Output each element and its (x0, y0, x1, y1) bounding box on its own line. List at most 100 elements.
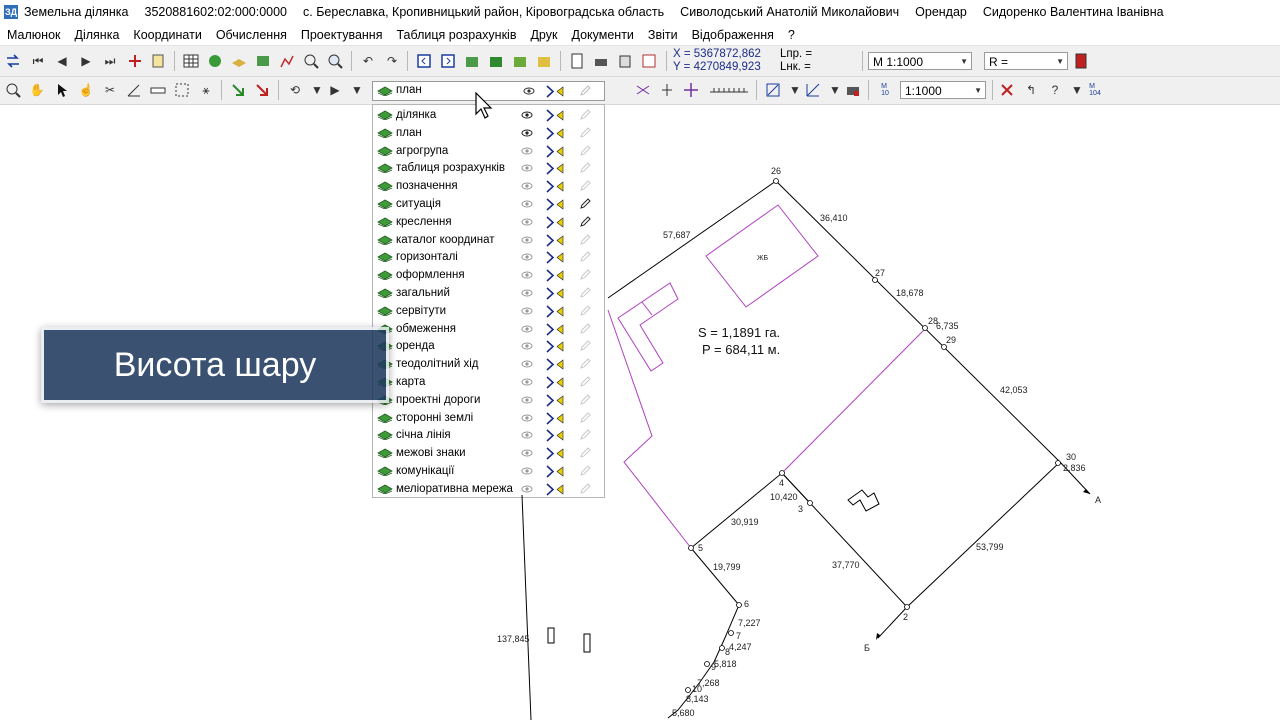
frame-left-icon[interactable] (415, 52, 433, 70)
layers-icon[interactable] (230, 52, 248, 70)
swap-icon[interactable] (4, 52, 22, 70)
lnp-label: Lпр. = (780, 48, 813, 60)
last-icon[interactable]: ⏭ (101, 52, 119, 70)
scale-m10-icon[interactable]: M 10 (876, 81, 894, 99)
measure-icon[interactable]: ✂ (101, 81, 119, 99)
map-green-icon[interactable] (487, 52, 505, 70)
scale-select[interactable]: М 1:1000 ▼ (868, 52, 972, 70)
zoom-icon[interactable] (4, 81, 22, 99)
length-label: 4,247 (729, 642, 752, 652)
area-text: S = 1,1891 га. (698, 325, 780, 340)
menu-drawing[interactable]: Малюнок (0, 28, 68, 42)
chevron-down-icon[interactable]: ▼ (308, 81, 326, 99)
query-icon[interactable]: ? (1046, 81, 1064, 99)
select-points-icon[interactable]: ☝ (77, 81, 95, 99)
insert-point-icon[interactable] (126, 52, 144, 70)
snap-icon[interactable]: ⚹ (197, 81, 215, 99)
point-label: 29 (946, 335, 956, 345)
chart-icon[interactable] (278, 52, 296, 70)
prev-icon[interactable]: ◀ (53, 52, 71, 70)
next-icon[interactable]: ▶ (77, 52, 95, 70)
point-marker[interactable] (728, 630, 734, 636)
add-map-icon[interactable] (463, 52, 481, 70)
first-icon[interactable]: ⏮ (29, 52, 47, 70)
document-icon[interactable] (568, 52, 586, 70)
chevron-down-icon[interactable]: ▼ (826, 81, 844, 99)
menu-view[interactable]: Відображення (685, 28, 781, 42)
point-marker[interactable] (685, 687, 691, 693)
stack-icon[interactable] (616, 52, 634, 70)
zoom-fit-icon[interactable] (326, 52, 344, 70)
edit-layer-icon[interactable] (764, 81, 782, 99)
map-yellow-icon[interactable] (535, 52, 553, 70)
edit-list-icon[interactable] (150, 52, 168, 70)
plan-line-diagonal (781, 329, 925, 474)
node-icon[interactable] (173, 81, 191, 99)
menu-print[interactable]: Друк (523, 28, 564, 42)
radius-select[interactable]: R = ▼ (984, 52, 1068, 70)
map-icon[interactable] (254, 52, 272, 70)
length-label: 19,799 (713, 562, 741, 572)
point-marker[interactable] (1055, 460, 1061, 466)
printer-red-icon[interactable] (844, 81, 862, 99)
pan-hand-icon[interactable]: ✋ (28, 81, 46, 99)
chevron-down-icon[interactable]: ▼ (348, 81, 366, 99)
calculator-icon[interactable] (1072, 52, 1090, 70)
rotate-icon[interactable]: ⟲ (286, 81, 304, 99)
point-marker[interactable] (779, 470, 785, 476)
point-marker[interactable] (688, 545, 694, 551)
green-arrow-icon[interactable] (229, 81, 247, 99)
crosshair-icon[interactable] (682, 81, 700, 99)
map-edit-icon[interactable] (511, 52, 529, 70)
axes-icon[interactable] (804, 81, 822, 99)
red-arrow-icon[interactable] (253, 81, 271, 99)
grid-icon[interactable] (640, 52, 658, 70)
role: Орендар (915, 5, 967, 19)
point-marker[interactable] (719, 645, 725, 651)
chevron-down-icon: ▼ (960, 57, 968, 66)
redo-icon[interactable]: ↷ (383, 52, 401, 70)
point-marker[interactable] (922, 325, 928, 331)
point-marker[interactable] (904, 604, 910, 610)
menu-reports[interactable]: Звіти (641, 28, 685, 42)
length-label: 5,680 (672, 708, 695, 718)
globe-icon[interactable] (206, 52, 224, 70)
point-marker[interactable] (704, 661, 710, 667)
length-label: 7,227 (738, 618, 761, 628)
drawing-canvas[interactable]: 26 27 28 29 30 4 3 5 6 7 8 9 10 2 57,687… (0, 104, 1280, 720)
play-icon[interactable]: ▶ (326, 81, 344, 99)
menu-calculation[interactable]: Обчислення (209, 28, 294, 42)
pointer-icon[interactable] (53, 81, 71, 99)
rotate-back-icon[interactable]: ↰ (1022, 81, 1040, 99)
scale2-select[interactable]: 1:1000 ▼ (900, 81, 986, 99)
angle-icon[interactable] (125, 81, 143, 99)
split-icon[interactable] (634, 81, 652, 99)
ruler-icon[interactable] (149, 81, 167, 99)
scale-m104-icon[interactable]: M 104 (1086, 81, 1104, 99)
chevron-down-icon[interactable]: ▼ (1068, 81, 1086, 99)
title-bar: ЗД Земельна ділянка 3520881602:02:000:00… (0, 0, 1280, 24)
scale-ruler-icon[interactable] (708, 81, 750, 99)
delete-points-icon[interactable] (998, 81, 1016, 99)
plan-line-west (607, 309, 692, 549)
menu-design[interactable]: Проектування (294, 28, 390, 42)
menu-help[interactable]: ? (781, 28, 802, 42)
point-marker[interactable] (807, 500, 813, 506)
menu-coordinates[interactable]: Координати (126, 28, 208, 42)
menu-parcel[interactable]: Ділянка (68, 28, 127, 42)
point-marker[interactable] (773, 178, 779, 184)
caption-text: Висота шару (113, 345, 317, 384)
print-icon[interactable] (592, 52, 610, 70)
point-marker[interactable] (736, 602, 742, 608)
bar-icon[interactable] (658, 81, 676, 99)
menu-calc-table[interactable]: Таблиця розрахунків (389, 28, 523, 42)
table-icon[interactable] (182, 52, 200, 70)
point-marker[interactable] (941, 344, 947, 350)
point-marker[interactable] (872, 277, 878, 283)
zoom-window-icon[interactable] (302, 52, 320, 70)
menu-documents[interactable]: Документи (564, 28, 640, 42)
radius-label: R = (989, 55, 1009, 69)
chevron-down-icon[interactable]: ▼ (786, 81, 804, 99)
undo-icon[interactable]: ↶ (359, 52, 377, 70)
frame-right-icon[interactable] (439, 52, 457, 70)
